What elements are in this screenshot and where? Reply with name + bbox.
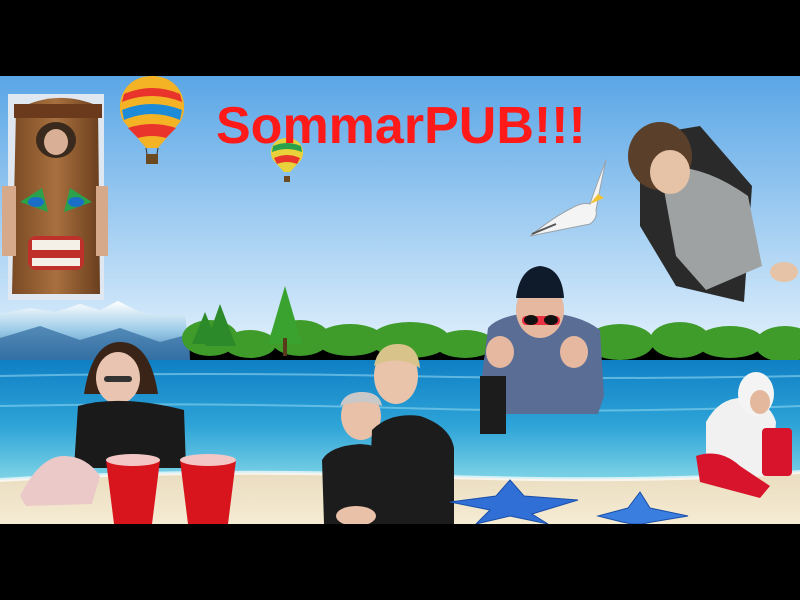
beach-collage: SommarPUB!!!: [0, 76, 800, 524]
page-title: SommarPUB!!!: [216, 97, 586, 155]
letterbox-bottom: [0, 524, 800, 600]
tiki-costume-figure: [2, 94, 108, 300]
letterbox-top: [0, 0, 800, 76]
